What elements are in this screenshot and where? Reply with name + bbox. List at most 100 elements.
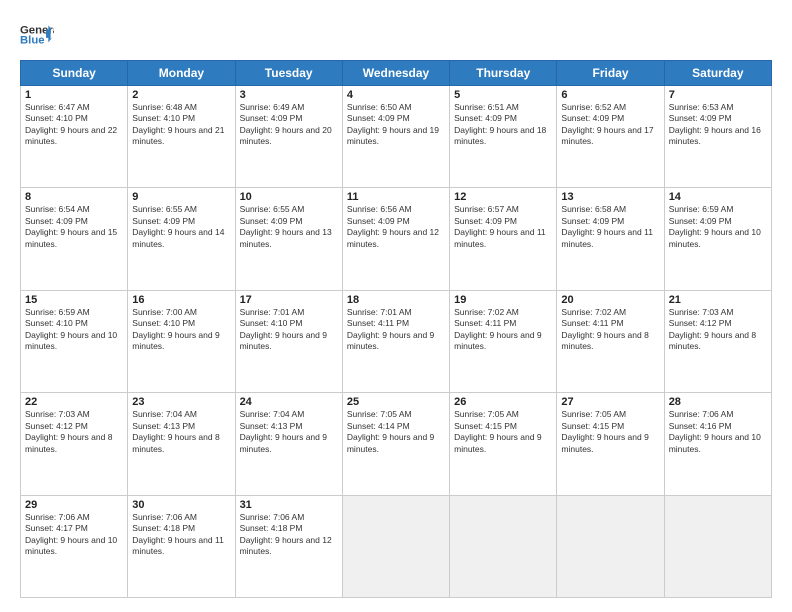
calendar-cell: 3Sunrise: 6:49 AM Sunset: 4:09 PM Daylig…	[235, 86, 342, 188]
calendar-cell: 20Sunrise: 7:02 AM Sunset: 4:11 PM Dayli…	[557, 290, 664, 392]
day-number: 5	[454, 89, 552, 101]
day-number: 17	[240, 294, 338, 306]
logo-icon: General Blue	[20, 18, 54, 52]
calendar-cell: 13Sunrise: 6:58 AM Sunset: 4:09 PM Dayli…	[557, 188, 664, 290]
cell-info: Sunrise: 7:02 AM Sunset: 4:11 PM Dayligh…	[454, 307, 552, 353]
day-number: 26	[454, 396, 552, 408]
day-number: 12	[454, 191, 552, 203]
cell-info: Sunrise: 7:04 AM Sunset: 4:13 PM Dayligh…	[240, 409, 338, 455]
weekday-header-sunday: Sunday	[21, 61, 128, 86]
svg-text:Blue: Blue	[20, 35, 45, 47]
calendar-cell: 15Sunrise: 6:59 AM Sunset: 4:10 PM Dayli…	[21, 290, 128, 392]
calendar-cell: 18Sunrise: 7:01 AM Sunset: 4:11 PM Dayli…	[342, 290, 449, 392]
calendar-table: SundayMondayTuesdayWednesdayThursdayFrid…	[20, 60, 772, 598]
cell-info: Sunrise: 6:48 AM Sunset: 4:10 PM Dayligh…	[132, 102, 230, 148]
cell-info: Sunrise: 7:06 AM Sunset: 4:16 PM Dayligh…	[669, 409, 767, 455]
day-number: 21	[669, 294, 767, 306]
cell-info: Sunrise: 6:54 AM Sunset: 4:09 PM Dayligh…	[25, 204, 123, 250]
cell-info: Sunrise: 6:55 AM Sunset: 4:09 PM Dayligh…	[132, 204, 230, 250]
weekday-header-friday: Friday	[557, 61, 664, 86]
header: General Blue	[20, 18, 772, 52]
calendar-cell	[342, 495, 449, 597]
calendar-cell: 17Sunrise: 7:01 AM Sunset: 4:10 PM Dayli…	[235, 290, 342, 392]
day-number: 3	[240, 89, 338, 101]
calendar-cell: 23Sunrise: 7:04 AM Sunset: 4:13 PM Dayli…	[128, 393, 235, 495]
cell-info: Sunrise: 6:58 AM Sunset: 4:09 PM Dayligh…	[561, 204, 659, 250]
day-number: 11	[347, 191, 445, 203]
calendar-cell: 10Sunrise: 6:55 AM Sunset: 4:09 PM Dayli…	[235, 188, 342, 290]
calendar-cell	[664, 495, 771, 597]
calendar-cell: 19Sunrise: 7:02 AM Sunset: 4:11 PM Dayli…	[450, 290, 557, 392]
weekday-header-tuesday: Tuesday	[235, 61, 342, 86]
calendar-cell: 9Sunrise: 6:55 AM Sunset: 4:09 PM Daylig…	[128, 188, 235, 290]
cell-info: Sunrise: 7:06 AM Sunset: 4:17 PM Dayligh…	[25, 512, 123, 558]
cell-info: Sunrise: 7:05 AM Sunset: 4:15 PM Dayligh…	[561, 409, 659, 455]
cell-info: Sunrise: 6:59 AM Sunset: 4:09 PM Dayligh…	[669, 204, 767, 250]
calendar-cell: 8Sunrise: 6:54 AM Sunset: 4:09 PM Daylig…	[21, 188, 128, 290]
cell-info: Sunrise: 7:00 AM Sunset: 4:10 PM Dayligh…	[132, 307, 230, 353]
cell-info: Sunrise: 7:04 AM Sunset: 4:13 PM Dayligh…	[132, 409, 230, 455]
cell-info: Sunrise: 6:53 AM Sunset: 4:09 PM Dayligh…	[669, 102, 767, 148]
day-number: 7	[669, 89, 767, 101]
day-number: 29	[25, 499, 123, 511]
cell-info: Sunrise: 6:47 AM Sunset: 4:10 PM Dayligh…	[25, 102, 123, 148]
calendar-cell: 26Sunrise: 7:05 AM Sunset: 4:15 PM Dayli…	[450, 393, 557, 495]
calendar-cell: 24Sunrise: 7:04 AM Sunset: 4:13 PM Dayli…	[235, 393, 342, 495]
calendar-cell: 21Sunrise: 7:03 AM Sunset: 4:12 PM Dayli…	[664, 290, 771, 392]
logo: General Blue	[20, 18, 54, 52]
day-number: 2	[132, 89, 230, 101]
calendar-cell: 30Sunrise: 7:06 AM Sunset: 4:18 PM Dayli…	[128, 495, 235, 597]
calendar-cell: 16Sunrise: 7:00 AM Sunset: 4:10 PM Dayli…	[128, 290, 235, 392]
calendar-cell: 14Sunrise: 6:59 AM Sunset: 4:09 PM Dayli…	[664, 188, 771, 290]
week-row-5: 29Sunrise: 7:06 AM Sunset: 4:17 PM Dayli…	[21, 495, 772, 597]
day-number: 9	[132, 191, 230, 203]
calendar-cell	[557, 495, 664, 597]
day-number: 24	[240, 396, 338, 408]
cell-info: Sunrise: 7:02 AM Sunset: 4:11 PM Dayligh…	[561, 307, 659, 353]
weekday-header-wednesday: Wednesday	[342, 61, 449, 86]
day-number: 4	[347, 89, 445, 101]
calendar-cell: 11Sunrise: 6:56 AM Sunset: 4:09 PM Dayli…	[342, 188, 449, 290]
day-number: 8	[25, 191, 123, 203]
cell-info: Sunrise: 7:01 AM Sunset: 4:10 PM Dayligh…	[240, 307, 338, 353]
weekday-header-row: SundayMondayTuesdayWednesdayThursdayFrid…	[21, 61, 772, 86]
weekday-header-monday: Monday	[128, 61, 235, 86]
calendar-cell: 5Sunrise: 6:51 AM Sunset: 4:09 PM Daylig…	[450, 86, 557, 188]
calendar-cell: 25Sunrise: 7:05 AM Sunset: 4:14 PM Dayli…	[342, 393, 449, 495]
calendar-cell	[450, 495, 557, 597]
day-number: 1	[25, 89, 123, 101]
day-number: 15	[25, 294, 123, 306]
weekday-header-thursday: Thursday	[450, 61, 557, 86]
day-number: 25	[347, 396, 445, 408]
calendar-cell: 27Sunrise: 7:05 AM Sunset: 4:15 PM Dayli…	[557, 393, 664, 495]
cell-info: Sunrise: 7:03 AM Sunset: 4:12 PM Dayligh…	[669, 307, 767, 353]
day-number: 23	[132, 396, 230, 408]
calendar-cell: 1Sunrise: 6:47 AM Sunset: 4:10 PM Daylig…	[21, 86, 128, 188]
day-number: 10	[240, 191, 338, 203]
day-number: 14	[669, 191, 767, 203]
calendar-cell: 31Sunrise: 7:06 AM Sunset: 4:18 PM Dayli…	[235, 495, 342, 597]
week-row-3: 15Sunrise: 6:59 AM Sunset: 4:10 PM Dayli…	[21, 290, 772, 392]
day-number: 30	[132, 499, 230, 511]
calendar-cell: 6Sunrise: 6:52 AM Sunset: 4:09 PM Daylig…	[557, 86, 664, 188]
calendar-cell: 29Sunrise: 7:06 AM Sunset: 4:17 PM Dayli…	[21, 495, 128, 597]
calendar-cell: 22Sunrise: 7:03 AM Sunset: 4:12 PM Dayli…	[21, 393, 128, 495]
day-number: 19	[454, 294, 552, 306]
day-number: 22	[25, 396, 123, 408]
cell-info: Sunrise: 7:05 AM Sunset: 4:15 PM Dayligh…	[454, 409, 552, 455]
cell-info: Sunrise: 6:57 AM Sunset: 4:09 PM Dayligh…	[454, 204, 552, 250]
calendar-cell: 7Sunrise: 6:53 AM Sunset: 4:09 PM Daylig…	[664, 86, 771, 188]
day-number: 28	[669, 396, 767, 408]
cell-info: Sunrise: 6:55 AM Sunset: 4:09 PM Dayligh…	[240, 204, 338, 250]
day-number: 20	[561, 294, 659, 306]
day-number: 27	[561, 396, 659, 408]
cell-info: Sunrise: 6:56 AM Sunset: 4:09 PM Dayligh…	[347, 204, 445, 250]
weekday-header-saturday: Saturday	[664, 61, 771, 86]
calendar-cell: 12Sunrise: 6:57 AM Sunset: 4:09 PM Dayli…	[450, 188, 557, 290]
cell-info: Sunrise: 6:50 AM Sunset: 4:09 PM Dayligh…	[347, 102, 445, 148]
week-row-1: 1Sunrise: 6:47 AM Sunset: 4:10 PM Daylig…	[21, 86, 772, 188]
calendar-cell: 2Sunrise: 6:48 AM Sunset: 4:10 PM Daylig…	[128, 86, 235, 188]
day-number: 16	[132, 294, 230, 306]
cell-info: Sunrise: 7:06 AM Sunset: 4:18 PM Dayligh…	[132, 512, 230, 558]
cell-info: Sunrise: 6:49 AM Sunset: 4:09 PM Dayligh…	[240, 102, 338, 148]
